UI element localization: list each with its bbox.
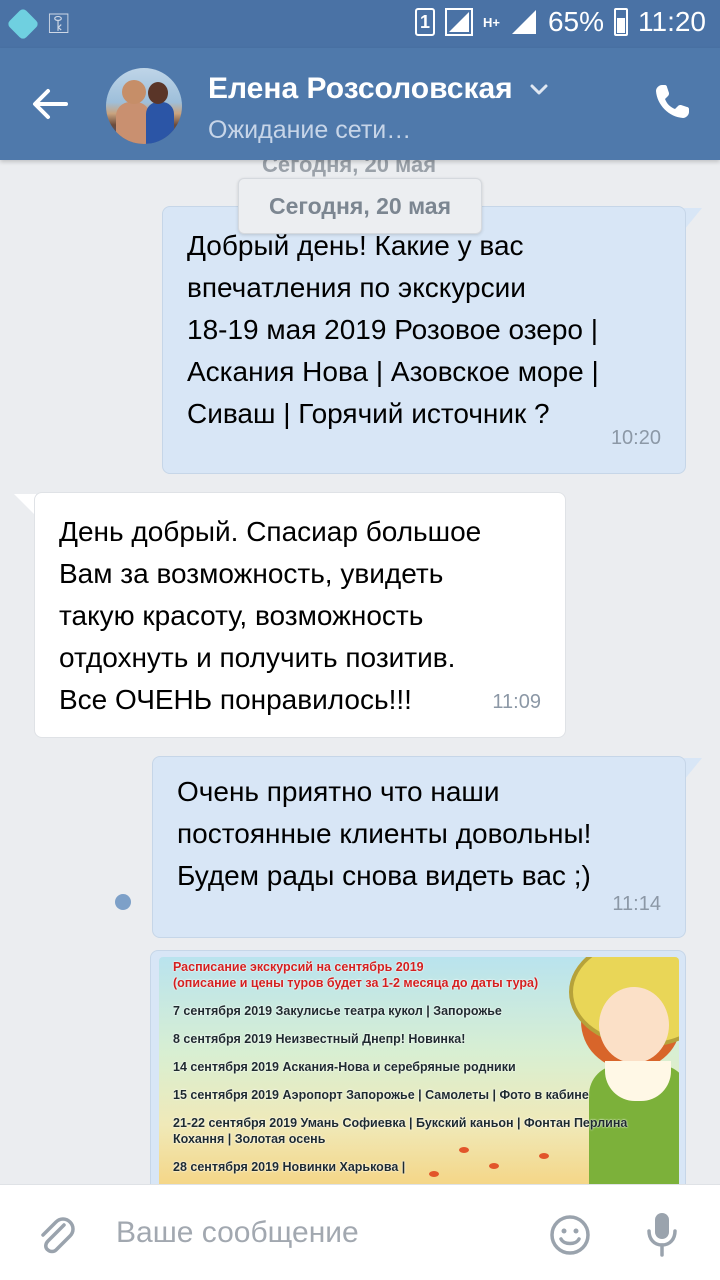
poster-line: 7 сентября 2019 Закулисье театра кукол |… [173,1004,502,1018]
message-text: Очень приятно что наши постоянные клиент… [177,776,592,891]
vpn-icon [6,7,40,41]
signal-icon [444,8,473,36]
key-icon: ⚿ [48,8,70,39]
contact-name[interactable]: Елена Розсоловская [208,72,513,106]
message-time: 11:14 [612,893,661,915]
unread-indicator [115,894,131,910]
battery-icon [614,8,628,36]
message-time: 10:20 [610,427,661,449]
phone-icon[interactable] [650,80,694,124]
chat-header: Елена Розсоловская Ожидание сети… [0,48,720,160]
poster-text: Расписание экскурсий на сентябрь 2019 (о… [173,959,653,1175]
clock: 11:20 [638,6,706,37]
status-bar: ⚿ 1 H+ 65% 11:20 [0,0,720,48]
paperclip-icon[interactable] [34,1213,78,1257]
message-input[interactable] [116,1209,536,1257]
microphone-icon[interactable] [640,1209,684,1259]
bubble-tail [684,758,702,780]
bubble-tail [684,208,702,230]
poster-line: 15 сентября 2019 Аэропорт Запорожье | Са… [173,1088,589,1102]
date-ghost-label: Сегодня, 20 мая [262,160,437,177]
message-outgoing[interactable]: Очень приятно что наши постоянные клиент… [152,756,686,938]
poster-line: 21-22 сентября 2019 Умань Софиевка | Бук… [173,1116,628,1130]
contact-status: Ожидание сети… [208,116,412,144]
sim-icon: 1 [414,8,435,36]
poster-line: Кохання | Золотая осень [173,1132,326,1146]
message-incoming[interactable]: День добрый. Спасиар большое Вам за возм… [34,492,566,738]
poster-line: 14 сентября 2019 Аскания-Нова и серебрян… [173,1060,516,1074]
avatar[interactable] [106,68,182,144]
poster-line: Расписание экскурсий на сентябрь 2019 [173,960,424,974]
message-composer [0,1184,720,1280]
date-separator: Сегодня, 20 мая [238,178,482,234]
message-image[interactable]: Расписание экскурсий на сентябрь 2019 (о… [150,950,686,1184]
poster-line: 28 сентября 2019 Новинки Харькова | [173,1160,406,1174]
battery-percent: 65% [547,6,604,37]
poster-line: 8 сентября 2019 Неизвестный Днепр! Новин… [173,1032,466,1046]
message-list[interactable]: Сегодня, 20 мая Сегодня, 20 мая Добрый д… [0,160,720,1184]
message-text: Добрый день! Какие у вас впечатления по … [187,230,599,429]
network-type: H+ [482,14,500,30]
chevron-down-icon[interactable] [528,78,550,100]
message-outgoing[interactable]: Добрый день! Какие у вас впечатления по … [162,206,686,474]
smiley-icon[interactable] [548,1213,592,1257]
signal-strength-icon [511,10,536,34]
message-text: День добрый. Спасиар большое Вам за возм… [59,516,482,715]
back-arrow-icon[interactable] [28,82,72,126]
poster-line: (описание и цены туров будет за 1-2 меся… [173,976,539,990]
tour-schedule-image[interactable]: Расписание экскурсий на сентябрь 2019 (о… [159,957,679,1184]
bubble-tail [14,494,36,516]
message-time: 11:09 [492,691,541,713]
